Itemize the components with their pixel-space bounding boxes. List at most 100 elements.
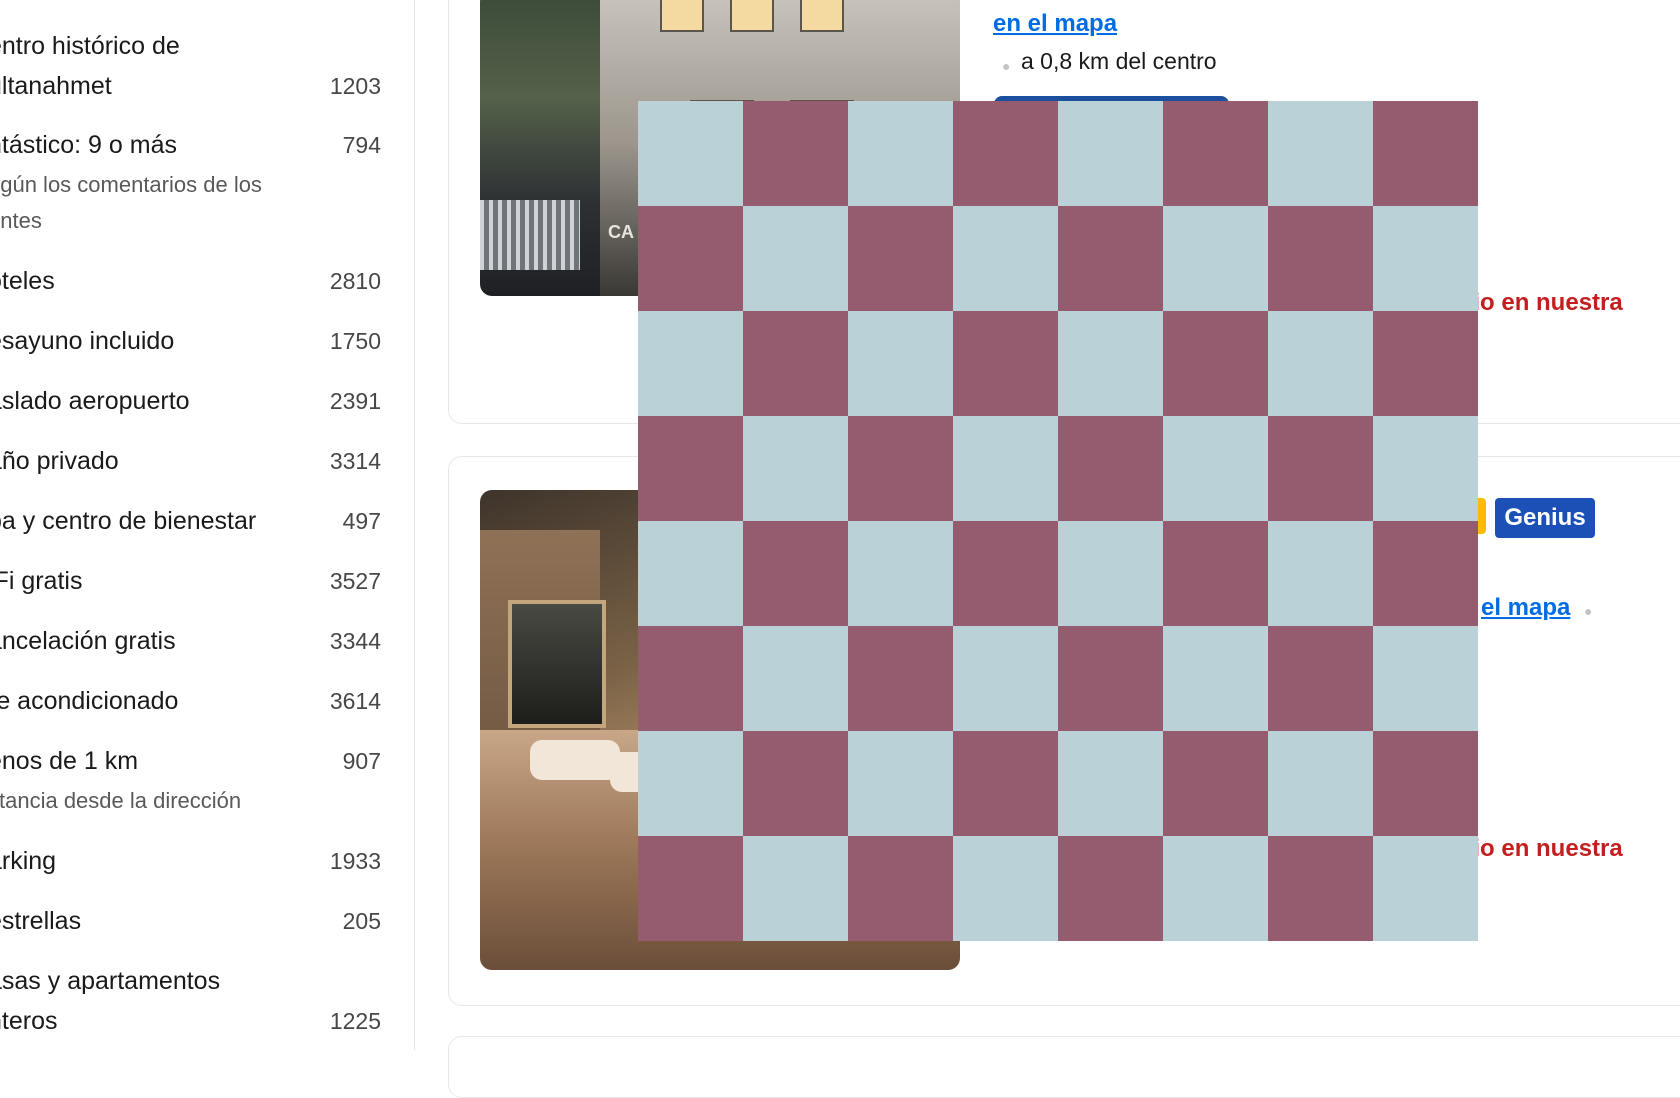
filters-sidebar: entro histórico de ultanahmet 1203 ntást…: [0, 0, 415, 1050]
checker-square: [743, 206, 848, 311]
checker-square: [743, 521, 848, 626]
checker-square: [1058, 731, 1163, 836]
checker-square: [1163, 206, 1268, 311]
filter-label: ancelación gratis: [0, 627, 176, 655]
checker-square: [848, 836, 953, 941]
filter-count: 1203: [329, 73, 381, 99]
checker-square: [848, 626, 953, 731]
checker-square: [848, 206, 953, 311]
photo-window: [660, 0, 704, 32]
checker-square: [1163, 416, 1268, 521]
checker-square: [1373, 836, 1478, 941]
filter-count: 2810: [329, 268, 381, 294]
filter-spa[interactable]: pa y centro de bienestar 497: [0, 501, 414, 541]
filter-entire-homes[interactable]: asas y apartamentos nteros 1225: [0, 961, 414, 1045]
checker-square: [1163, 311, 1268, 416]
filter-label: aslado aeropuerto: [0, 387, 190, 415]
photo-window: [800, 0, 844, 32]
filter-parking[interactable]: arking 1933: [0, 841, 414, 881]
photo-sign: CA: [608, 222, 634, 242]
filter-label: enos de 1 km: [0, 747, 139, 775]
checker-square: [743, 416, 848, 521]
filter-sultanahmet[interactable]: entro histórico de ultanahmet 1203: [0, 26, 414, 110]
filter-wifi[interactable]: iFi gratis 3527: [0, 561, 414, 601]
checker-square: [638, 521, 743, 626]
checker-square: [743, 311, 848, 416]
checker-square: [1058, 311, 1163, 416]
photo-window: [730, 0, 774, 32]
show-on-map-link[interactable]: en el mapa: [993, 10, 1117, 38]
checker-square: [953, 416, 1058, 521]
checker-square: [743, 101, 848, 206]
filter-rating-9[interactable]: ntástico: 9 o más 794 egún los comentari…: [0, 125, 414, 237]
filter-airport-shuttle[interactable]: aslado aeropuerto 2391: [0, 381, 414, 421]
filter-label: año privado: [0, 447, 119, 475]
filter-label: esayuno incluido: [0, 327, 175, 355]
filter-air-conditioning[interactable]: re acondicionado 3614: [0, 681, 414, 721]
filter-label: iFi gratis: [0, 567, 83, 595]
filter-label: asas y apartamentos: [0, 967, 221, 995]
property-card[interactable]: [448, 1036, 1680, 1098]
checker-square: [638, 101, 743, 206]
filter-count: 1933: [329, 848, 381, 874]
filter-count: 2391: [329, 388, 381, 414]
checker-square: [1268, 731, 1373, 836]
checker-square: [1058, 836, 1163, 941]
filter-count: 794: [342, 132, 381, 158]
filter-count: 3527: [329, 568, 381, 594]
checker-square: [638, 311, 743, 416]
checker-square: [743, 836, 848, 941]
filter-hotels[interactable]: oteles 2810: [0, 261, 414, 301]
filter-count: 3344: [329, 628, 381, 654]
checker-square: [848, 416, 953, 521]
filter-free-cancellation[interactable]: ancelación gratis 3344: [0, 621, 414, 661]
filter-label: estrellas: [0, 907, 82, 935]
checker-square: [1058, 626, 1163, 731]
checker-square: [848, 731, 953, 836]
checker-square: [1268, 836, 1373, 941]
filter-label: entro histórico de: [0, 32, 180, 60]
checker-square: [1163, 521, 1268, 626]
checker-square: [1373, 731, 1478, 836]
filter-subtext: stancia desde la dirección: [0, 788, 242, 813]
checker-square: [1268, 416, 1373, 521]
filter-count: 1750: [329, 328, 381, 354]
filter-private-bath[interactable]: año privado 3314: [0, 441, 414, 481]
show-on-map-link[interactable]: el mapa: [1481, 594, 1570, 622]
checkerboard-overlay: [638, 101, 1478, 941]
filter-breakfast[interactable]: esayuno incluido 1750: [0, 321, 414, 361]
distance-from-center: a 0,8 km del centro: [1021, 48, 1217, 74]
checker-square: [638, 206, 743, 311]
checker-square: [848, 101, 953, 206]
checker-square: [1163, 101, 1268, 206]
filter-distance-1km[interactable]: enos de 1 km 907 stancia desde la direcc…: [0, 741, 414, 821]
checker-square: [1058, 101, 1163, 206]
checker-square: [1058, 416, 1163, 521]
checker-square: [1268, 521, 1373, 626]
checker-square: [1163, 731, 1268, 836]
filter-label: re acondicionado: [0, 687, 179, 715]
separator-dot: ●: [1002, 58, 1011, 74]
checker-square: [953, 626, 1058, 731]
promo-text: cio en nuestra: [1460, 835, 1623, 862]
photo-pillow: [530, 740, 620, 780]
filter-subtext-line2: entes: [0, 208, 42, 233]
filter-stars[interactable]: estrellas 205: [0, 901, 414, 941]
filter-count: 205: [342, 908, 381, 934]
checker-square: [1058, 206, 1163, 311]
checker-square: [638, 731, 743, 836]
checker-square: [638, 836, 743, 941]
filter-label: oteles: [0, 267, 55, 295]
filter-label: pa y centro de bienestar: [0, 507, 257, 535]
checker-square: [953, 521, 1058, 626]
genius-badge: Genius: [1495, 498, 1595, 538]
checker-square: [1268, 626, 1373, 731]
checker-square: [953, 206, 1058, 311]
checker-square: [1373, 626, 1478, 731]
filter-count: 3614: [329, 688, 381, 714]
checker-square: [953, 101, 1058, 206]
checker-square: [1373, 416, 1478, 521]
filter-label: arking: [0, 847, 57, 875]
checker-square: [1373, 101, 1478, 206]
checker-square: [743, 626, 848, 731]
